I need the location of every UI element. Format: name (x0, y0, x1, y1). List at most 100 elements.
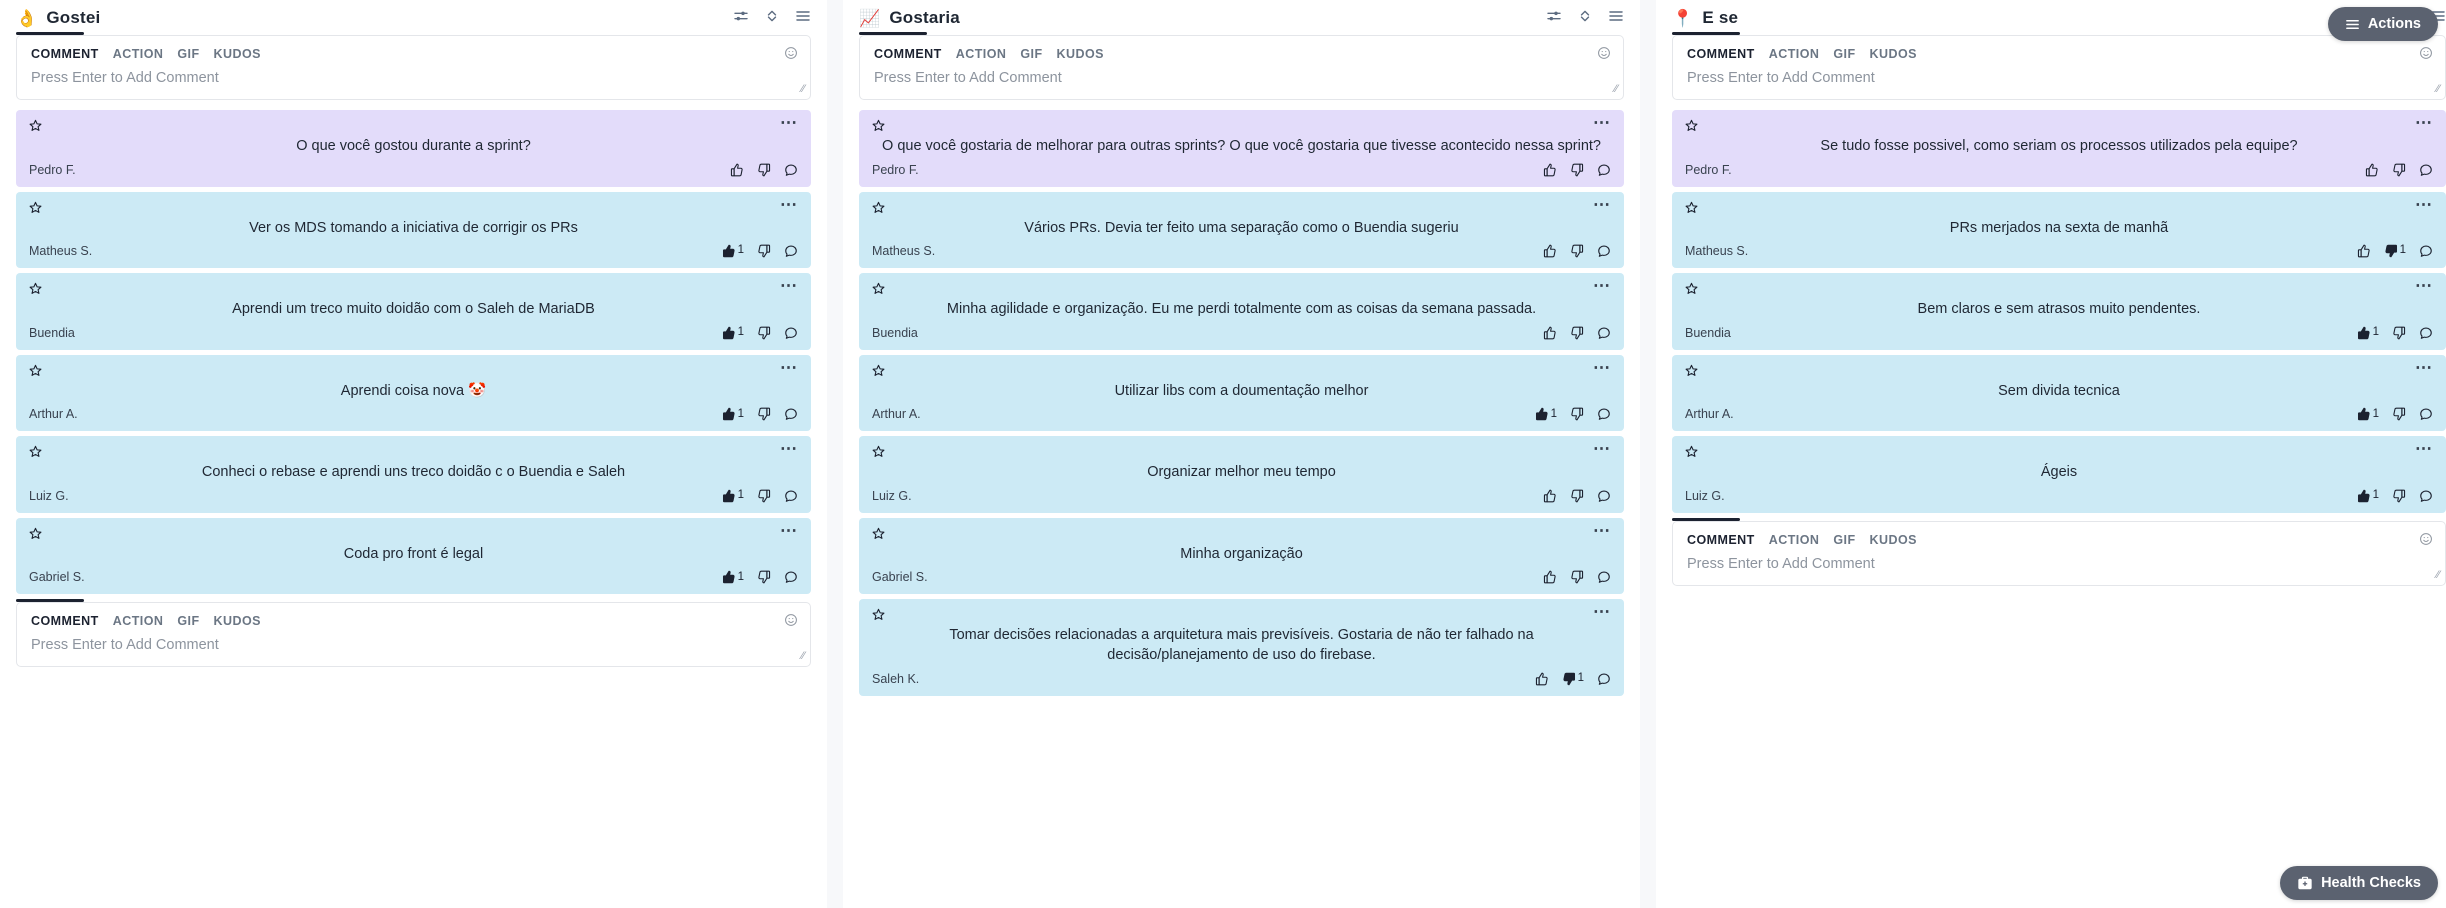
more-options-icon[interactable]: ⋯ (1593, 603, 1611, 620)
star-icon[interactable] (872, 364, 885, 377)
smiley-face-icon[interactable] (784, 46, 798, 60)
thumbs-down-icon[interactable] (1570, 489, 1584, 503)
more-options-icon[interactable]: ⋯ (1593, 522, 1611, 539)
thumbs-down-icon[interactable] (1570, 163, 1584, 177)
composer-input[interactable]: Press Enter to Add Comment (31, 70, 796, 86)
comment-bubble-icon[interactable] (2419, 489, 2433, 503)
thumbs-down-icon[interactable] (2392, 489, 2406, 503)
more-options-icon[interactable]: ⋯ (2415, 440, 2433, 457)
thumbs-up-icon[interactable]: 1 (2357, 407, 2379, 421)
thumbs-up-icon[interactable]: 1 (722, 570, 744, 584)
composer-tab-kudos[interactable]: KUDOS (214, 47, 261, 61)
thumbs-down-icon[interactable] (757, 570, 771, 584)
feedback-card[interactable]: ⋯ Sem divida tecnica Arthur A. 1 (1672, 354, 2446, 432)
thumbs-down-icon[interactable] (1570, 407, 1584, 421)
star-icon[interactable] (29, 201, 42, 214)
thumbs-down-icon[interactable] (757, 163, 771, 177)
more-options-icon[interactable]: ⋯ (2415, 114, 2433, 131)
sliders-filter-icon[interactable] (733, 8, 749, 29)
composer-tab-comment[interactable]: COMMENT (1687, 533, 1755, 547)
comment-bubble-icon[interactable] (784, 326, 798, 340)
thumbs-up-icon[interactable] (1543, 244, 1557, 258)
composer-tab-action[interactable]: ACTION (1769, 47, 1820, 61)
composer-tab-action[interactable]: ACTION (956, 47, 1007, 61)
more-options-icon[interactable]: ⋯ (780, 277, 798, 294)
feedback-card[interactable]: ⋯ Ver os MDS tomando a iniciativa de cor… (16, 191, 811, 269)
prompt-card[interactable]: ⋯ Se tudo fosse possivel, como seriam os… (1672, 110, 2446, 187)
star-icon[interactable] (29, 445, 42, 458)
composer-input[interactable]: Press Enter to Add Comment (874, 70, 1609, 86)
star-icon[interactable] (872, 527, 885, 540)
resize-grip-icon[interactable]: ⁄⁄ (2436, 84, 2440, 95)
composer-tab-kudos[interactable]: KUDOS (1870, 47, 1917, 61)
feedback-card[interactable]: ⋯ Coda pro front é legal Gabriel S. 1 (16, 517, 811, 595)
more-options-icon[interactable]: ⋯ (1593, 114, 1611, 131)
comment-bubble-icon[interactable] (1597, 489, 1611, 503)
comment-bubble-icon[interactable] (1597, 570, 1611, 584)
thumbs-up-icon[interactable]: 1 (1535, 407, 1557, 421)
comment-bubble-icon[interactable] (784, 570, 798, 584)
composer-tab-action[interactable]: ACTION (113, 47, 164, 61)
star-icon[interactable] (1685, 201, 1698, 214)
thumbs-up-icon[interactable]: 1 (722, 244, 744, 258)
thumbs-down-icon[interactable]: 1 (1562, 672, 1584, 686)
comment-bubble-icon[interactable] (784, 163, 798, 177)
feedback-card[interactable]: ⋯ Utilizar libs com a doumentação melhor… (859, 354, 1624, 432)
comment-bubble-icon[interactable] (1597, 672, 1611, 686)
composer-box[interactable]: COMMENT ACTION GIF KUDOS Press Enter to Add… (16, 602, 811, 668)
thumbs-up-icon[interactable]: 1 (2357, 326, 2379, 340)
composer-box[interactable]: COMMENT ACTION GIF KUDOS Press Enter to Add… (16, 35, 811, 100)
composer-tab-action[interactable]: ACTION (1769, 533, 1820, 547)
star-icon[interactable] (1685, 282, 1698, 295)
hamburger-menu-icon[interactable] (1608, 8, 1624, 29)
feedback-card[interactable]: ⋯ Tomar decisões relacionadas a arquitet… (859, 599, 1624, 696)
more-options-icon[interactable]: ⋯ (780, 522, 798, 539)
star-icon[interactable] (872, 119, 885, 132)
thumbs-down-icon[interactable] (757, 326, 771, 340)
more-options-icon[interactable]: ⋯ (780, 114, 798, 131)
hamburger-menu-icon[interactable] (795, 8, 811, 29)
thumbs-down-icon[interactable]: 1 (2384, 244, 2406, 258)
thumbs-up-icon[interactable]: 1 (722, 407, 744, 421)
thumbs-up-icon[interactable] (2357, 244, 2371, 258)
comment-bubble-icon[interactable] (784, 244, 798, 258)
comment-bubble-icon[interactable] (2419, 326, 2433, 340)
sort-up-down-icon[interactable] (765, 8, 779, 29)
thumbs-down-icon[interactable] (1570, 570, 1584, 584)
feedback-card[interactable]: ⋯ PRs merjados na sexta de manhã Matheus… (1672, 191, 2446, 269)
comment-bubble-icon[interactable] (784, 407, 798, 421)
sliders-filter-icon[interactable] (1546, 8, 1562, 29)
thumbs-down-icon[interactable] (757, 489, 771, 503)
thumbs-up-icon[interactable]: 1 (722, 489, 744, 503)
composer-tab-gif[interactable]: GIF (1833, 47, 1855, 61)
composer-tab-comment[interactable]: COMMENT (31, 47, 99, 61)
more-options-icon[interactable]: ⋯ (780, 196, 798, 213)
composer-tab-comment[interactable]: COMMENT (874, 47, 942, 61)
thumbs-down-icon[interactable] (757, 244, 771, 258)
thumbs-up-icon[interactable] (1543, 326, 1557, 340)
comment-bubble-icon[interactable] (2419, 407, 2433, 421)
prompt-card[interactable]: ⋯ O que você gostou durante a sprint? Pe… (16, 110, 811, 187)
composer-tab-comment[interactable]: COMMENT (1687, 47, 1755, 61)
feedback-card[interactable]: ⋯ Vários PRs. Devia ter feito uma separa… (859, 191, 1624, 269)
thumbs-up-icon[interactable] (1535, 672, 1549, 686)
composer-tab-action[interactable]: ACTION (113, 614, 164, 628)
feedback-card[interactable]: ⋯ Bem claros e sem atrasos muito pendent… (1672, 273, 2446, 350)
feedback-card[interactable]: ⋯ Minha agilidade e organização. Eu me p… (859, 273, 1624, 350)
star-icon[interactable] (872, 608, 885, 621)
more-options-icon[interactable]: ⋯ (2415, 196, 2433, 213)
feedback-card[interactable]: ⋯ Conheci o rebase e aprendi uns treco d… (16, 436, 811, 513)
actions-button[interactable]: Actions (2327, 7, 2438, 41)
prompt-card[interactable]: ⋯ O que você gostaria de melhorar para o… (859, 110, 1624, 187)
comment-bubble-icon[interactable] (1597, 163, 1611, 177)
composer-tab-kudos[interactable]: KUDOS (1870, 533, 1917, 547)
more-options-icon[interactable]: ⋯ (1593, 440, 1611, 457)
thumbs-down-icon[interactable] (1570, 244, 1584, 258)
composer-tab-gif[interactable]: GIF (177, 614, 199, 628)
thumbs-up-icon[interactable] (1543, 489, 1557, 503)
comment-bubble-icon[interactable] (2419, 244, 2433, 258)
thumbs-up-icon[interactable]: 1 (2357, 489, 2379, 503)
feedback-card[interactable]: ⋯ Minha organização Gabriel S. (859, 517, 1624, 595)
more-options-icon[interactable]: ⋯ (780, 359, 798, 376)
composer-input[interactable]: Press Enter to Add Comment (1687, 556, 2431, 572)
